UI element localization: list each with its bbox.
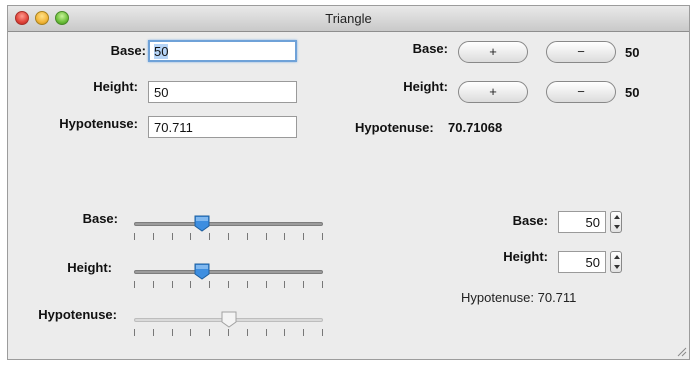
height-value-readout: 50: [625, 85, 640, 100]
slider-tick: [266, 329, 267, 336]
base-label: Base:: [110, 43, 146, 58]
base-decrement-button[interactable]: −: [546, 41, 616, 63]
slider-tick: [322, 233, 323, 240]
slider-tick: [266, 281, 267, 288]
base-spinner-label: Base:: [512, 213, 548, 228]
slider-tick: [303, 329, 304, 336]
slider-tick: [190, 233, 191, 240]
height-increment-button[interactable]: +: [458, 81, 528, 103]
height-decrement-button[interactable]: −: [546, 81, 616, 103]
hypotenuse-slider-thumb: [221, 311, 237, 328]
slider-tick: [284, 233, 285, 240]
window-title: Triangle: [325, 11, 372, 26]
slider-tick: [172, 281, 173, 288]
slider-tick: [153, 281, 154, 288]
slider-tick: [153, 233, 154, 240]
base-buttons-label: Base:: [412, 41, 448, 56]
base-spinner-down-arrow[interactable]: [614, 225, 620, 229]
height-slider-thumb[interactable]: [194, 263, 210, 280]
hypotenuse-text-field[interactable]: 70.711: [148, 116, 297, 138]
triangle-window: Triangle Base: 50 Height: 50 Hypotenuse:…: [7, 5, 690, 360]
height-spinner-field[interactable]: 50: [558, 251, 606, 273]
slider-tick: [247, 233, 248, 240]
height-buttons-label: Height:: [403, 79, 448, 94]
slider-tick: [209, 233, 210, 240]
slider-tick: [284, 281, 285, 288]
height-slider-label: Height:: [67, 260, 112, 275]
resize-grip-icon[interactable]: [677, 347, 687, 357]
slider-tick: [247, 281, 248, 288]
height-spinner-down-arrow[interactable]: [614, 265, 620, 269]
base-increment-button[interactable]: +: [458, 41, 528, 63]
slider-tick: [228, 329, 229, 336]
height-slider-track[interactable]: [134, 270, 323, 274]
height-spinner-stepper[interactable]: [610, 251, 622, 273]
base-text-field[interactable]: 50: [148, 40, 297, 62]
base-spinner-field[interactable]: 50: [558, 211, 606, 233]
base-value-readout: 50: [625, 45, 640, 60]
slider-tick: [190, 329, 191, 336]
title-bar[interactable]: Triangle: [8, 6, 689, 32]
slider-tick: [228, 233, 229, 240]
slider-tick: [266, 233, 267, 240]
slider-tick: [228, 281, 229, 288]
slider-tick: [134, 281, 135, 288]
base-text-selection: 50: [154, 44, 169, 59]
slider-tick: [322, 329, 323, 336]
slider-tick: [284, 329, 285, 336]
base-slider-label: Base:: [82, 211, 118, 226]
hypotenuse-buttons-label: Hypotenuse:: [355, 120, 434, 135]
slider-tick: [247, 329, 248, 336]
base-spinner-up-arrow[interactable]: [614, 215, 620, 219]
height-label: Height:: [93, 79, 138, 94]
height-spinner-label: Height:: [503, 249, 548, 264]
hypotenuse-slider-label: Hypotenuse:: [38, 307, 117, 322]
slider-tick: [209, 329, 210, 336]
hypotenuse-label: Hypotenuse:: [59, 116, 138, 131]
hypotenuse-spinner-text: Hypotenuse: 70.711: [461, 290, 577, 305]
slider-tick: [303, 233, 304, 240]
base-slider-thumb[interactable]: [194, 215, 210, 232]
hypotenuse-slider-ticks: [134, 329, 323, 337]
slider-tick: [134, 329, 135, 336]
base-slider-track[interactable]: [134, 222, 323, 226]
hypotenuse-buttons-value: 70.71068: [448, 120, 503, 135]
base-slider-ticks: [134, 233, 323, 241]
base-spinner-stepper[interactable]: [610, 211, 622, 233]
slider-tick: [303, 281, 304, 288]
slider-tick: [322, 281, 323, 288]
slider-tick: [209, 281, 210, 288]
slider-tick: [172, 329, 173, 336]
slider-tick: [153, 329, 154, 336]
height-spinner-up-arrow[interactable]: [614, 255, 620, 259]
height-slider-ticks: [134, 281, 323, 289]
height-text-field[interactable]: 50: [148, 81, 297, 103]
slider-tick: [172, 233, 173, 240]
slider-tick: [134, 233, 135, 240]
slider-tick: [190, 281, 191, 288]
